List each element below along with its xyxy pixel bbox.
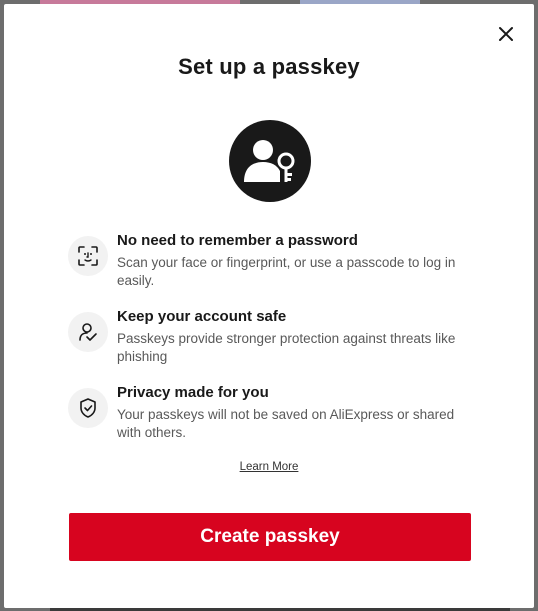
feature-title: Privacy made for you — [117, 384, 269, 401]
close-icon — [499, 27, 513, 41]
feature-title: Keep your account safe — [117, 308, 287, 325]
user-key-icon — [229, 120, 311, 202]
feature-description: Scan your face or fingerprint, or use a … — [117, 255, 456, 288]
dialog-title: Set up a passkey — [178, 54, 360, 79]
face-scan-icon — [68, 236, 108, 276]
learn-more-link[interactable]: Learn More — [4, 461, 534, 473]
create-passkey-button[interactable]: Create passkey — [69, 513, 471, 561]
feature-description: Your passkeys will not be saved on AliEx… — [117, 407, 455, 440]
feature-title: No need to remember a password — [117, 232, 358, 249]
user-shield-icon — [68, 312, 108, 352]
close-button[interactable] — [494, 22, 518, 46]
shield-check-icon — [68, 388, 108, 428]
feature-description: Passkeys provide stronger protection aga… — [117, 331, 456, 364]
passkey-setup-dialog: Set up a passkey No need to remember a p… — [4, 4, 534, 608]
